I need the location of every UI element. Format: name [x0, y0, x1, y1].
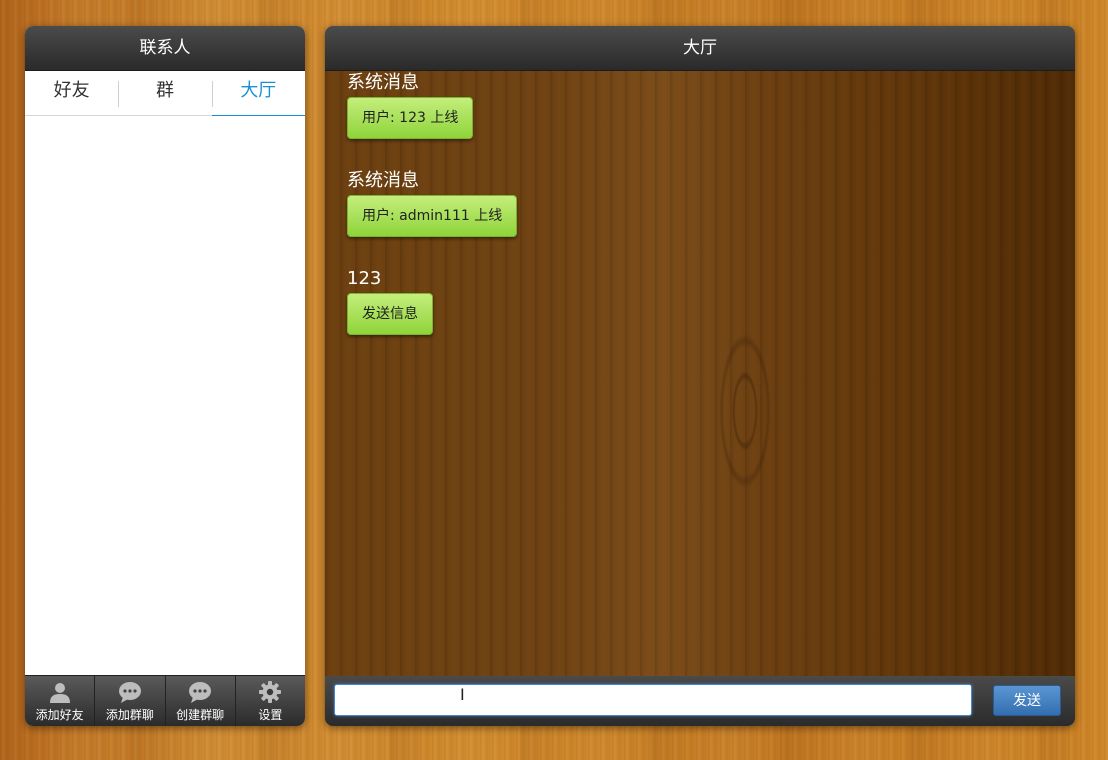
contacts-title: 联系人 — [25, 26, 305, 71]
gear-icon — [259, 680, 282, 703]
input-bar: I 发送 — [325, 676, 1075, 726]
contacts-toolbar: 添加好友 添加群聊 创建群聊 设置 — [25, 675, 305, 726]
message-sender: 系统消息 — [347, 170, 419, 191]
message-area[interactable]: 系统消息 用户: 123 上线 系统消息 用户: admin111 上线 123… — [325, 71, 1075, 676]
message-bubble: 用户: admin111 上线 — [347, 195, 518, 237]
chat-bubble-icon — [189, 681, 212, 703]
tab-lobby[interactable]: 大厅 — [211, 71, 305, 117]
tab-groups[interactable]: 群 — [118, 71, 211, 115]
tab-friends[interactable]: 好友 — [25, 71, 118, 115]
contacts-tabs: 好友 群 大厅 — [25, 71, 305, 117]
add-group-label: 添加群聊 — [105, 707, 154, 722]
send-button[interactable]: 发送 — [993, 685, 1061, 716]
message-bubble: 发送信息 — [347, 293, 433, 335]
add-friend-label: 添加好友 — [35, 707, 84, 722]
contact-list — [25, 116, 305, 676]
message-input[interactable] — [334, 684, 972, 716]
create-group-label: 创建群聊 — [176, 707, 225, 722]
settings-label: 设置 — [258, 707, 283, 722]
message-bubble: 用户: 123 上线 — [347, 97, 474, 139]
message-item: 123 发送信息 — [347, 267, 1055, 335]
message-sender: 系统消息 — [347, 72, 419, 93]
person-icon — [49, 682, 70, 703]
add-group-button[interactable]: 添加群聊 — [94, 676, 164, 726]
settings-button[interactable]: 设置 — [234, 676, 305, 726]
create-group-button[interactable]: 创建群聊 — [164, 676, 235, 726]
message-list: 系统消息 用户: 123 上线 系统消息 用户: admin111 上线 123… — [347, 71, 1055, 365]
chat-bubble-icon — [118, 681, 141, 703]
contacts-panel: 联系人 好友 群 大厅 添加好友 添加群聊 创建群聊 设置 — [25, 26, 305, 726]
add-friend-button[interactable]: 添加好友 — [25, 676, 94, 726]
message-sender: 123 — [347, 268, 382, 289]
message-item: 系统消息 用户: 123 上线 — [347, 71, 1055, 139]
lobby-title: 大厅 — [325, 26, 1075, 71]
lobby-panel: 大厅 系统消息 用户: 123 上线 系统消息 用户: admin111 上线 … — [325, 26, 1075, 726]
message-item: 系统消息 用户: admin111 上线 — [347, 169, 1055, 237]
